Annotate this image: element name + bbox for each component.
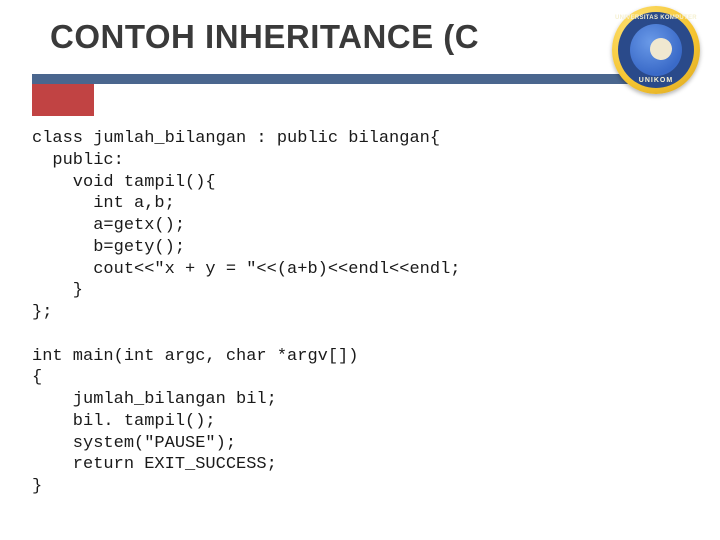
logo-globe — [630, 24, 682, 76]
satellite-dish-icon — [648, 36, 675, 63]
logo-top-text: UNIVERSITAS KOMPUTER — [612, 15, 700, 21]
accent-square — [32, 84, 94, 116]
title-underline-bar — [32, 74, 680, 84]
logo-bottom-text: UNIKOM — [612, 77, 700, 84]
slide-title: CONTOH INHERITANCE (C — [50, 18, 479, 56]
university-logo: UNIVERSITAS KOMPUTER UNIKOM — [612, 6, 700, 94]
code-content: class jumlah_bilangan : public bilangan{… — [32, 128, 460, 498]
